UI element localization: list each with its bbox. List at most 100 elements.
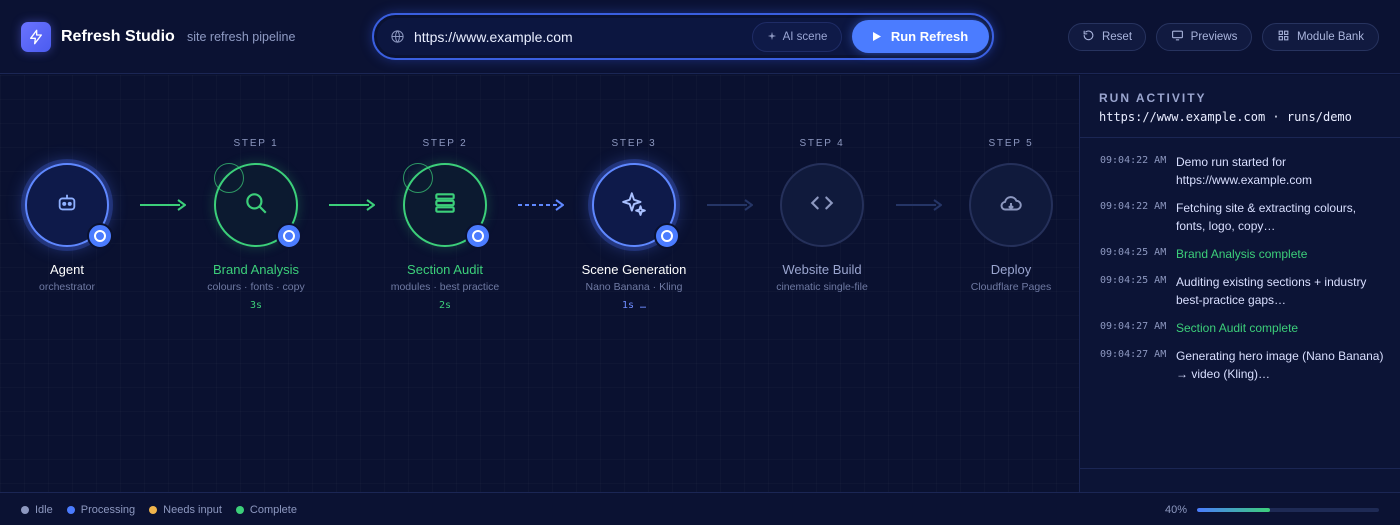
step-label: STEP 2 (422, 138, 468, 149)
legend-dot (235, 506, 244, 514)
step-sub: cinematic single-file (776, 281, 868, 293)
arrow-connector (140, 199, 186, 211)
step-time: 3s (249, 300, 263, 311)
step-node-deploy[interactable] (969, 163, 1053, 247)
log-message: Section Audit complete (1176, 321, 1299, 335)
step-label: STEP 4 (799, 138, 845, 149)
reset-icon (1082, 29, 1095, 45)
progress-percent: 40% (1165, 504, 1188, 516)
monitor-icon (1171, 29, 1184, 45)
step-node-website-build[interactable] (780, 163, 864, 247)
log-time: 09:04:27 AM (1100, 321, 1167, 332)
activity-footer (1080, 468, 1400, 492)
log-entry: 09:04:25 AM Auditing existing sections +… (1080, 273, 1400, 309)
activity-subtitle: https://www.example.com · runs/demo (1099, 110, 1352, 124)
lightning-icon (21, 22, 51, 52)
processing-badge (87, 223, 113, 249)
log-message: Auditing existing sections + industry be… (1176, 275, 1367, 307)
status-footer: Idle Processing Needs input Complete 40% (0, 492, 1400, 525)
progress-fill (1197, 508, 1270, 512)
module-bank-label: Module Bank (1296, 31, 1365, 43)
run-activity-panel: RUN ACTIVITY https://www.example.com · r… (1079, 75, 1400, 492)
log-entry: 09:04:22 AM Fetching site & extracting c… (1080, 199, 1400, 235)
reset-button[interactable]: Reset (1068, 23, 1146, 51)
log-time: 09:04:27 AM (1100, 349, 1167, 360)
legend-item-idle: Idle (21, 504, 53, 516)
header: Refresh Studio site refresh pipeline AI … (0, 0, 1400, 74)
step-label: STEP 5 (988, 138, 1034, 149)
log-time: 09:04:22 AM (1100, 155, 1167, 166)
step-node-brand-analysis[interactable] (214, 163, 302, 249)
legend-dot (66, 506, 75, 514)
agent-node[interactable] (25, 163, 113, 249)
log-time: 09:04:25 AM (1100, 275, 1167, 286)
arrow-connector (329, 199, 375, 211)
step-sub: Cloudflare Pages (970, 281, 1052, 293)
log-time: 09:04:25 AM (1100, 247, 1167, 258)
grid-icon (1277, 29, 1290, 45)
reset-label: Reset (1101, 31, 1133, 43)
log-entry: 09:04:27 AM Section Audit complete (1080, 319, 1400, 337)
progress-bar (1197, 508, 1379, 512)
sparkle-icon (767, 31, 777, 44)
legend-label: Processing (80, 504, 136, 516)
processing-badge (654, 223, 680, 249)
log-entry: 09:04:22 AM Demo run started for https:/… (1080, 153, 1400, 189)
play-icon (872, 29, 881, 44)
step-title: Website Build (782, 262, 862, 277)
agent-title: Agent (50, 262, 84, 277)
robot-icon (56, 192, 78, 219)
step-sub: Nano Banana · Kling (585, 281, 683, 293)
legend-dot (149, 506, 158, 514)
module-bank-button[interactable]: Module Bank (1262, 23, 1379, 51)
legend-label: Complete (249, 504, 297, 516)
legend-item-needs-input: Needs input (149, 504, 222, 516)
globe-icon (390, 29, 405, 49)
activity-log[interactable]: 09:04:22 AM Demo run started for https:/… (1080, 153, 1400, 393)
legend-label: Needs input (163, 504, 222, 516)
log-message: Demo run started for https://www.example… (1176, 155, 1313, 187)
processing-badge (276, 223, 302, 249)
legend-item-processing: Processing (66, 504, 136, 516)
status-legend: Idle Processing Needs input Complete (21, 504, 297, 516)
log-message: Brand Analysis complete (1176, 247, 1308, 261)
url-input[interactable] (414, 27, 744, 47)
step-sub: colours · fonts · copy (207, 281, 305, 293)
url-bar: AI scene Run Refresh (372, 13, 994, 60)
cloud-icon (998, 190, 1024, 221)
log-time: 09:04:22 AM (1100, 201, 1167, 212)
step-node-section-audit[interactable] (403, 163, 491, 249)
sparkles-icon (621, 190, 647, 221)
search-icon (243, 190, 269, 221)
arrow-connector (707, 199, 753, 211)
step-label: STEP 1 (233, 138, 279, 149)
activity-header: RUN ACTIVITY https://www.example.com · r… (1080, 75, 1400, 138)
run-refresh-button[interactable]: Run Refresh (852, 20, 989, 53)
processing-badge (465, 223, 491, 249)
ai-scene-label: AI scene (782, 31, 828, 43)
step-title: Deploy (990, 262, 1032, 277)
log-message: Generating hero image (Nano Banana) → vi… (1176, 349, 1384, 381)
step-title: Section Audit (407, 262, 483, 277)
arrow-connector-dashed (518, 199, 564, 211)
code-icon (809, 190, 835, 221)
step-title: Brand Analysis (213, 262, 299, 277)
activity-title: RUN ACTIVITY (1099, 91, 1207, 105)
step-title: Scene Generation (581, 262, 687, 277)
log-entry: 09:04:25 AM Brand Analysis complete (1080, 245, 1400, 263)
step-label: STEP 3 (611, 138, 657, 149)
legend-label: Idle (35, 504, 53, 516)
step-time: 1s … (621, 300, 647, 311)
previews-button[interactable]: Previews (1156, 23, 1252, 51)
agent-sub: orchestrator (38, 281, 96, 293)
sections-icon (432, 190, 458, 221)
pipeline-canvas: Agent orchestrator STEP 1 Brand Analysis… (0, 75, 1079, 492)
step-time: 2s (438, 300, 452, 311)
app-subtitle: site refresh pipeline (187, 30, 296, 44)
ai-scene-button[interactable]: AI scene (752, 22, 842, 52)
log-message: Fetching site & extracting colours, font… (1176, 201, 1357, 233)
arrow-connector (896, 199, 942, 211)
app-title: Refresh Studio (61, 28, 175, 45)
previews-label: Previews (1190, 31, 1238, 43)
step-node-scene-generation[interactable] (592, 163, 680, 249)
